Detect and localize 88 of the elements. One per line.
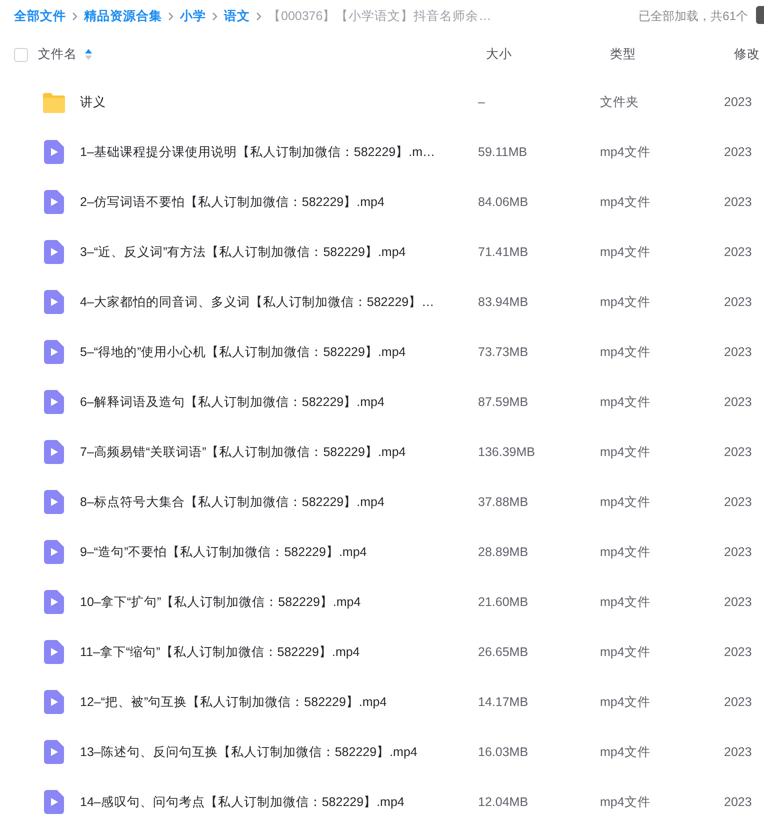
file-size: 71.41MB (478, 245, 530, 259)
modified-date: 2023 (724, 295, 753, 309)
column-header[interactable]: 文件名 (38, 46, 77, 63)
file-name[interactable]: 14–感叹句、问句考点【私人订制加微信：582229】.mp4 (66, 794, 478, 810)
modified-date: 2023 (724, 345, 753, 359)
modified-date: 2023 (724, 195, 753, 209)
column-header[interactable]: 类型 (610, 46, 734, 63)
file-type: mp4文件 (600, 444, 652, 460)
file-name[interactable]: 6–解释词语及造句【私人订制加微信：582229】.mp4 (66, 394, 478, 410)
video-file-icon (44, 790, 64, 814)
file-name[interactable]: 3–“近、反义词”有方法【私人订制加微信：582229】.mp4 (66, 244, 478, 260)
file-name[interactable]: 1–基础课程提分课使用说明【私人订制加微信：582229】.m… (66, 144, 478, 160)
toolbar-button[interactable] (756, 6, 764, 24)
modified-date: 2023 (724, 595, 753, 609)
select-all-checkbox[interactable] (14, 48, 28, 62)
file-type: mp4文件 (600, 344, 652, 360)
modified-date: 2023 (724, 645, 753, 659)
file-name[interactable]: 8–标点符号大集合【私人订制加微信：582229】.mp4 (66, 494, 478, 510)
file-name[interactable]: 9–“造句”不要怕【私人订制加微信：582229】.mp4 (66, 544, 478, 560)
file-size: 87.59MB (478, 395, 530, 409)
file-size: 84.06MB (478, 195, 530, 209)
modified-date: 2023 (724, 445, 753, 459)
modified-date: 2023 (724, 95, 753, 109)
video-file-icon (44, 140, 64, 164)
file-size: 37.88MB (478, 495, 530, 509)
video-file-icon (44, 390, 64, 414)
file-name[interactable]: 讲义 (66, 94, 478, 110)
chevron-icon (212, 12, 218, 20)
file-type: mp4文件 (600, 294, 652, 310)
file-type: mp4文件 (600, 144, 652, 160)
video-file-icon (44, 440, 64, 464)
modified-date: 2023 (724, 245, 753, 259)
video-file-icon (44, 740, 64, 764)
video-file-icon (44, 640, 64, 664)
file-name[interactable]: 7–高频易错“关联词语”【私人订制加微信：582229】.mp4 (66, 444, 478, 460)
folder-icon (42, 92, 66, 112)
file-size: 14.17MB (478, 695, 530, 709)
modified-date: 2023 (724, 545, 753, 559)
modified-date: 2023 (724, 395, 753, 409)
file-type: mp4文件 (600, 594, 652, 610)
file-type: mp4文件 (600, 744, 652, 760)
video-file-icon (44, 240, 64, 264)
breadcrumb-item: 【000376】【小学语文】抖音名师余… (268, 8, 492, 24)
chevron-icon (256, 12, 262, 20)
file-size: 83.94MB (478, 295, 530, 309)
file-type: mp4文件 (600, 544, 652, 560)
chevron-icon (168, 12, 174, 20)
column-header[interactable]: 修改 (734, 46, 764, 63)
file-type: mp4文件 (600, 394, 652, 410)
file-type: 文件夹 (600, 94, 640, 110)
file-type: mp4文件 (600, 644, 652, 660)
load-status: 已全部加载，共61个 (638, 8, 748, 25)
file-size: 136.39MB (478, 445, 536, 459)
video-file-icon (44, 190, 64, 214)
file-name[interactable]: 13–陈述句、反问句互换【私人订制加微信：582229】.mp4 (66, 744, 478, 760)
video-file-icon (44, 590, 64, 614)
file-name[interactable]: 5–“得地的”使用小心机【私人订制加微信：582229】.mp4 (66, 344, 478, 360)
chevron-icon (72, 12, 78, 20)
modified-date: 2023 (724, 795, 753, 809)
video-file-icon (44, 690, 64, 714)
file-size: 26.65MB (478, 645, 530, 659)
file-type: mp4文件 (600, 794, 652, 810)
file-size: 12.04MB (478, 795, 530, 809)
column-header[interactable]: 大小 (486, 46, 610, 63)
file-name[interactable]: 11–拿下“缩句”【私人订制加微信：582229】.mp4 (66, 644, 478, 660)
file-name[interactable]: 2–仿写词语不要怕【私人订制加微信：582229】.mp4 (66, 194, 478, 210)
file-type: mp4文件 (600, 244, 652, 260)
file-type: mp4文件 (600, 194, 652, 210)
modified-date: 2023 (724, 145, 753, 159)
file-type: mp4文件 (600, 494, 652, 510)
modified-date: 2023 (724, 745, 753, 759)
video-file-icon (44, 290, 64, 314)
sort-icon[interactable] (85, 49, 92, 60)
file-name[interactable]: 12–“把、被”句互换【私人订制加微信：582229】.mp4 (66, 694, 478, 710)
modified-date: 2023 (724, 695, 753, 709)
video-file-icon (44, 540, 64, 564)
file-size: 16.03MB (478, 745, 530, 759)
file-size: 59.11MB (478, 145, 528, 159)
video-file-icon (44, 490, 64, 514)
file-size: 28.89MB (478, 545, 530, 559)
file-name[interactable]: 4–大家都怕的同音词、多义词【私人订制加微信：582229】… (66, 294, 478, 310)
video-file-icon (44, 340, 64, 364)
file-size: – (478, 95, 486, 109)
file-type: mp4文件 (600, 694, 652, 710)
file-size: 73.73MB (478, 345, 530, 359)
file-size: 21.60MB (478, 595, 530, 609)
file-name[interactable]: 10–拿下“扩句”【私人订制加微信：582229】.mp4 (66, 594, 478, 610)
modified-date: 2023 (724, 495, 753, 509)
